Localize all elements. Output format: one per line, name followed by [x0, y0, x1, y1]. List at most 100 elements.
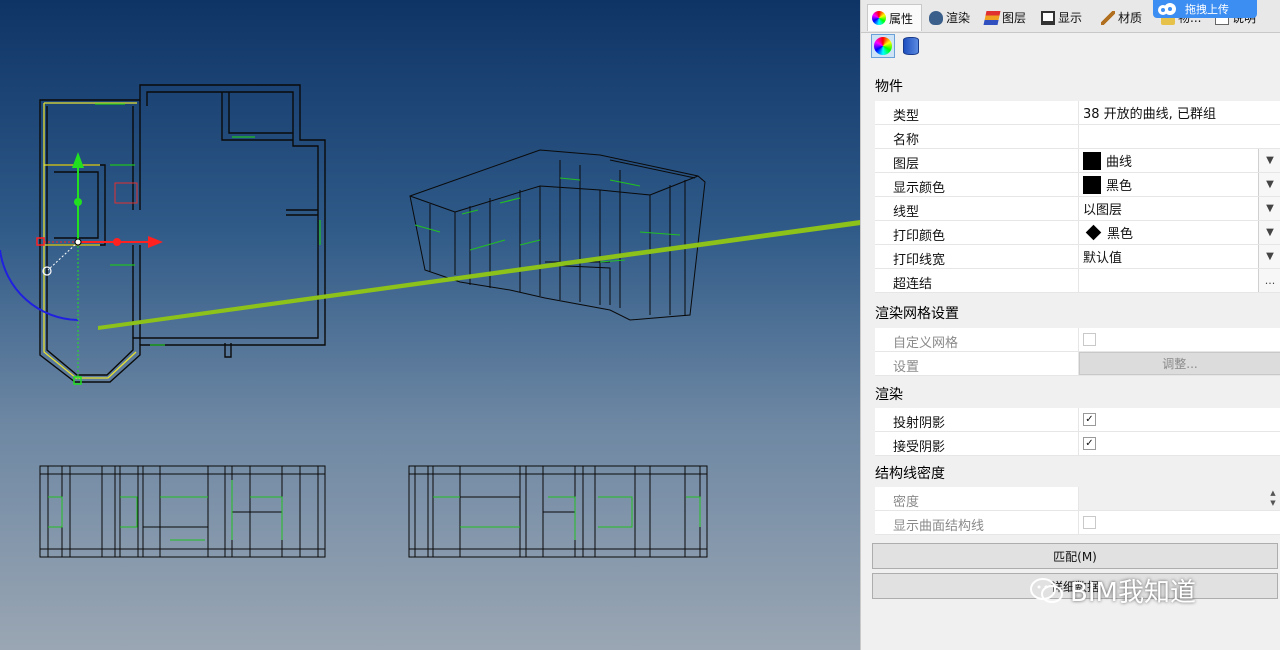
custom-mesh-cell	[1078, 328, 1280, 351]
section-render: 渲染	[875, 387, 903, 403]
row-label: 图层	[893, 157, 920, 172]
mesh-settings-cell: 调整...	[1078, 352, 1280, 375]
viewport[interactable]	[0, 0, 860, 650]
teapot-icon	[929, 10, 943, 25]
tab-render[interactable]: 渲染	[925, 4, 977, 31]
row-custom-mesh: 自定义网格	[875, 328, 1280, 352]
row-label: 接受阴影	[893, 440, 946, 455]
row-label: 自定义网格	[893, 336, 959, 351]
cloud-upload-icon	[1158, 3, 1176, 15]
tab-materials[interactable]: 材质	[1097, 4, 1155, 31]
chevron-down-icon[interactable]: ▼	[1258, 245, 1280, 268]
receive-shadows-cell: ✓	[1078, 432, 1280, 455]
row-label: 显示曲面结构线	[893, 519, 985, 534]
row-display-color: 显示颜色 黑色 ▼	[875, 173, 1280, 197]
database-icon	[903, 37, 919, 55]
row-label: 投射阴影	[893, 416, 946, 431]
tab-label: 渲染	[946, 11, 971, 25]
floor-plan	[39, 84, 326, 383]
tab-properties[interactable]: 属性	[867, 4, 922, 31]
browse-button[interactable]: ...	[1258, 269, 1280, 292]
layer-select[interactable]: 曲线 ▼	[1078, 149, 1280, 172]
type-value: 38 开放的曲线, 已群组	[1078, 101, 1280, 124]
color-swatch	[1083, 151, 1101, 170]
color-swatch	[1083, 175, 1101, 194]
spinner-arrows-icon[interactable]: ▲ ▼	[1267, 488, 1279, 508]
row-label: 设置	[893, 360, 920, 375]
print-width-select[interactable]: 默认值 ▼	[1078, 245, 1280, 268]
print-color-select[interactable]: 黑色 ▼	[1078, 221, 1280, 244]
perspective-model	[409, 149, 706, 321]
row-print-width: 打印线宽 默认值 ▼	[875, 245, 1280, 269]
section-isocurve-density: 结构线密度	[875, 466, 945, 482]
tab-label: 属性	[889, 11, 914, 26]
row-hyperlink: 超连结 ...	[875, 269, 1280, 293]
row-cast-shadows: 投射阴影 ✓	[875, 408, 1280, 432]
linetype-select[interactable]: 以图层 ▼	[1078, 197, 1280, 220]
cast-shadows-checkbox[interactable]: ✓	[1083, 413, 1096, 426]
color-wheel-icon	[874, 37, 892, 55]
name-input[interactable]	[1078, 125, 1280, 148]
custom-mesh-checkbox[interactable]	[1083, 333, 1096, 346]
tab-label: 显示	[1058, 11, 1083, 25]
annotation-arrow	[98, 220, 860, 330]
chevron-down-icon[interactable]: ▼	[1258, 173, 1280, 196]
tab-bar: 属性 渲染 图层 显示 材质 物... 说明 拖拽上传	[861, 0, 1280, 33]
brush-icon	[1101, 10, 1115, 25]
cast-shadows-cell: ✓	[1078, 408, 1280, 431]
row-layer: 图层 曲线 ▼	[875, 149, 1280, 173]
wechat-icon	[1030, 577, 1063, 603]
upload-button[interactable]: 拖拽上传	[1153, 0, 1257, 18]
chevron-down-icon[interactable]: ▼	[1258, 149, 1280, 172]
row-label: 打印线宽	[893, 253, 946, 268]
row-density: 密度 ▲ ▼	[875, 487, 1280, 511]
row-label: 类型	[893, 109, 920, 124]
properties-panel: 属性 渲染 图层 显示 材质 物... 说明 拖拽上传 物件 类型 38 开放的…	[860, 0, 1280, 650]
property-page-icons	[871, 34, 923, 62]
section-render-mesh: 渲染网格设置	[875, 306, 959, 322]
monitor-icon	[1041, 10, 1055, 25]
show-isocurves-checkbox[interactable]	[1083, 516, 1096, 529]
model-drawing[interactable]	[0, 0, 860, 650]
row-label: 打印颜色	[893, 229, 946, 244]
adjust-mesh-button[interactable]: 调整...	[1079, 352, 1280, 375]
row-label: 名称	[893, 133, 920, 148]
color-wheel-icon	[872, 11, 886, 25]
diamond-icon	[1085, 224, 1102, 241]
receive-shadows-checkbox[interactable]: ✓	[1083, 437, 1096, 450]
object-properties-page[interactable]	[871, 34, 895, 58]
match-button[interactable]: 匹配(M)	[872, 543, 1278, 569]
tab-label: 材质	[1118, 11, 1143, 25]
plan-selected-curves	[43, 102, 137, 379]
database-page[interactable]	[899, 34, 923, 58]
row-name: 名称	[875, 125, 1280, 149]
row-label: 超连结	[893, 277, 933, 292]
row-print-color: 打印颜色 黑色 ▼	[875, 221, 1280, 245]
row-linetype: 线型 以图层 ▼	[875, 197, 1280, 221]
density-input[interactable]: ▲ ▼	[1078, 487, 1280, 510]
chevron-down-icon[interactable]: ▼	[1258, 221, 1280, 244]
watermark-text: BIM我知道	[1070, 578, 1196, 608]
row-mesh-settings: 设置 调整...	[875, 352, 1280, 376]
hyperlink-input[interactable]: ...	[1078, 269, 1280, 292]
row-type: 类型 38 开放的曲线, 已群组	[875, 101, 1280, 125]
elevation-right-green	[433, 496, 701, 540]
show-isocurves-cell	[1078, 511, 1280, 534]
gumball[interactable]	[0, 152, 163, 385]
tab-layers[interactable]: 图层	[981, 4, 1033, 31]
display-color-select[interactable]: 黑色 ▼	[1078, 173, 1280, 196]
upload-label: 拖拽上传	[1185, 3, 1229, 16]
tab-label: 图层	[1002, 11, 1027, 25]
watermark: BIM我知道	[1030, 572, 1196, 609]
row-label: 线型	[893, 205, 920, 220]
row-label: 密度	[893, 495, 920, 510]
row-label: 显示颜色	[893, 181, 946, 196]
tab-display[interactable]: 显示	[1037, 4, 1093, 31]
row-show-isocurves: 显示曲面结构线	[875, 511, 1280, 535]
elevation-left-green	[48, 480, 283, 541]
elevation-right	[408, 465, 708, 558]
layers-icon	[983, 10, 1001, 25]
section-object: 物件	[875, 79, 903, 95]
row-receive-shadows: 接受阴影 ✓	[875, 432, 1280, 456]
chevron-down-icon[interactable]: ▼	[1258, 197, 1280, 220]
